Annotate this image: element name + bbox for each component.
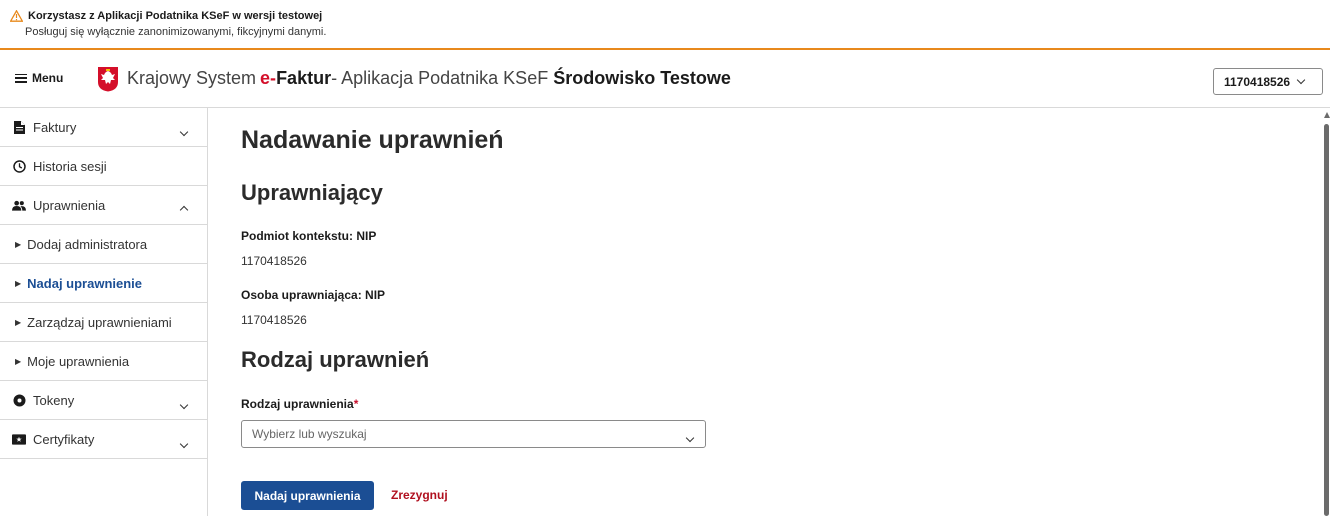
sidebar-item-label: Moje uprawnienia [27, 353, 130, 369]
sidebar-item-label: Faktury [33, 119, 77, 135]
permission-type-placeholder: Wybierz lub wyszukaj [252, 427, 367, 441]
banner-subtitle: Posługuj się wyłącznie zanonimizowanymi,… [25, 26, 327, 38]
chevron-down-icon [179, 439, 189, 449]
sidebar-subitem-nadaj-uprawnienie[interactable]: ▶ Nadaj uprawnienie [0, 264, 207, 303]
granting-person-label: Osoba uprawniająca: NIP [241, 288, 386, 302]
context-nip-value: 1170418526 [1224, 74, 1291, 89]
sidebar-item-faktury[interactable]: Faktury [0, 108, 207, 147]
cancel-button[interactable]: Zrezygnuj [391, 488, 448, 502]
sidebar-item-label: Tokeny [33, 392, 75, 408]
context-entity-label: Podmiot kontekstu: NIP [241, 229, 377, 243]
context-entity-value: 1170418526 [241, 254, 307, 268]
chevron-down-icon [685, 433, 695, 443]
sidebar-item-label: Historia sesji [33, 158, 107, 174]
chevron-down-icon [1296, 75, 1306, 84]
sidebar-subitem-moje-uprawnienia[interactable]: ▶ Moje uprawnienia [0, 342, 207, 381]
chevron-up-icon [179, 205, 189, 215]
polish-eagle-emblem-icon [98, 67, 118, 92]
sidebar-nav: Faktury Historia sesji Uprawnienia ▶ Dod… [0, 108, 208, 516]
permission-type-label: Rodzaj uprawnienia* [241, 397, 359, 411]
token-icon [12, 393, 26, 407]
bullet-triangle-icon: ▶ [15, 317, 22, 327]
menu-button[interactable]: Menu [15, 71, 63, 85]
sidebar-item-certyfikaty[interactable]: Certyfikaty [0, 420, 207, 459]
sidebar-item-label: Nadaj uprawnienie [27, 275, 143, 291]
page-scrollbar[interactable] [1322, 108, 1330, 516]
section-heading-grantor: Uprawniający [241, 180, 383, 205]
app-title-system: Krajowy System [127, 68, 257, 88]
people-icon [12, 198, 26, 212]
sidebar-item-label: Dodaj administratora [27, 236, 148, 252]
app-title-environment: Środowisko Testowe [553, 68, 731, 88]
app-title-rest: - Aplikacja Podatnika KSeF [331, 68, 549, 88]
sidebar-item-tokeny[interactable]: Tokeny [0, 381, 207, 420]
chevron-down-icon [179, 127, 189, 137]
page-title: Nadawanie uprawnień [241, 126, 504, 154]
app-title: Krajowy System e-Faktur - Aplikacja Poda… [127, 68, 731, 89]
sidebar-subitem-zarzadzaj-uprawnieniami[interactable]: ▶ Zarządzaj uprawnieniami [0, 303, 207, 342]
bullet-triangle-icon: ▶ [15, 239, 22, 249]
scrollbar-thumb[interactable] [1324, 124, 1329, 516]
sidebar-item-uprawnienia[interactable]: Uprawnienia [0, 186, 207, 225]
bullet-triangle-icon: ▶ [15, 278, 22, 288]
granting-person-value: 1170418526 [241, 313, 307, 327]
sidebar-item-label: Uprawnienia [33, 197, 106, 213]
warning-icon [10, 10, 23, 22]
section-heading-permission-type: Rodzaj uprawnień [241, 347, 430, 372]
context-nip-select[interactable]: 1170418526 [1213, 68, 1323, 95]
certificate-icon [12, 432, 26, 446]
scroll-up-arrow-icon[interactable] [1324, 112, 1330, 118]
sidebar-item-label: Zarządzaj uprawnieniami [27, 314, 172, 330]
document-icon [12, 120, 26, 134]
sidebar-item-label: Certyfikaty [33, 431, 95, 447]
sidebar-subitem-dodaj-administratora[interactable]: ▶ Dodaj administratora [0, 225, 207, 264]
permission-type-combobox[interactable]: Wybierz lub wyszukaj [241, 420, 706, 448]
chevron-down-icon [179, 400, 189, 410]
banner-title: Korzystasz z Aplikacji Podatnika KSeF w … [28, 10, 323, 22]
test-environment-banner: Korzystasz z Aplikacji Podatnika KSeF w … [0, 0, 1330, 50]
grant-permissions-button[interactable]: Nadaj uprawnienia [241, 481, 374, 510]
app-title-efaktur: e-Faktur [260, 68, 332, 88]
menu-label: Menu [32, 71, 64, 85]
app-header: Menu Krajowy System e-Faktur - Aplikacja… [0, 52, 1330, 108]
sidebar-item-historia-sesji[interactable]: Historia sesji [0, 147, 207, 186]
required-marker: * [353, 397, 359, 411]
clock-icon [12, 159, 26, 173]
hamburger-icon [15, 73, 27, 83]
bullet-triangle-icon: ▶ [15, 356, 22, 366]
